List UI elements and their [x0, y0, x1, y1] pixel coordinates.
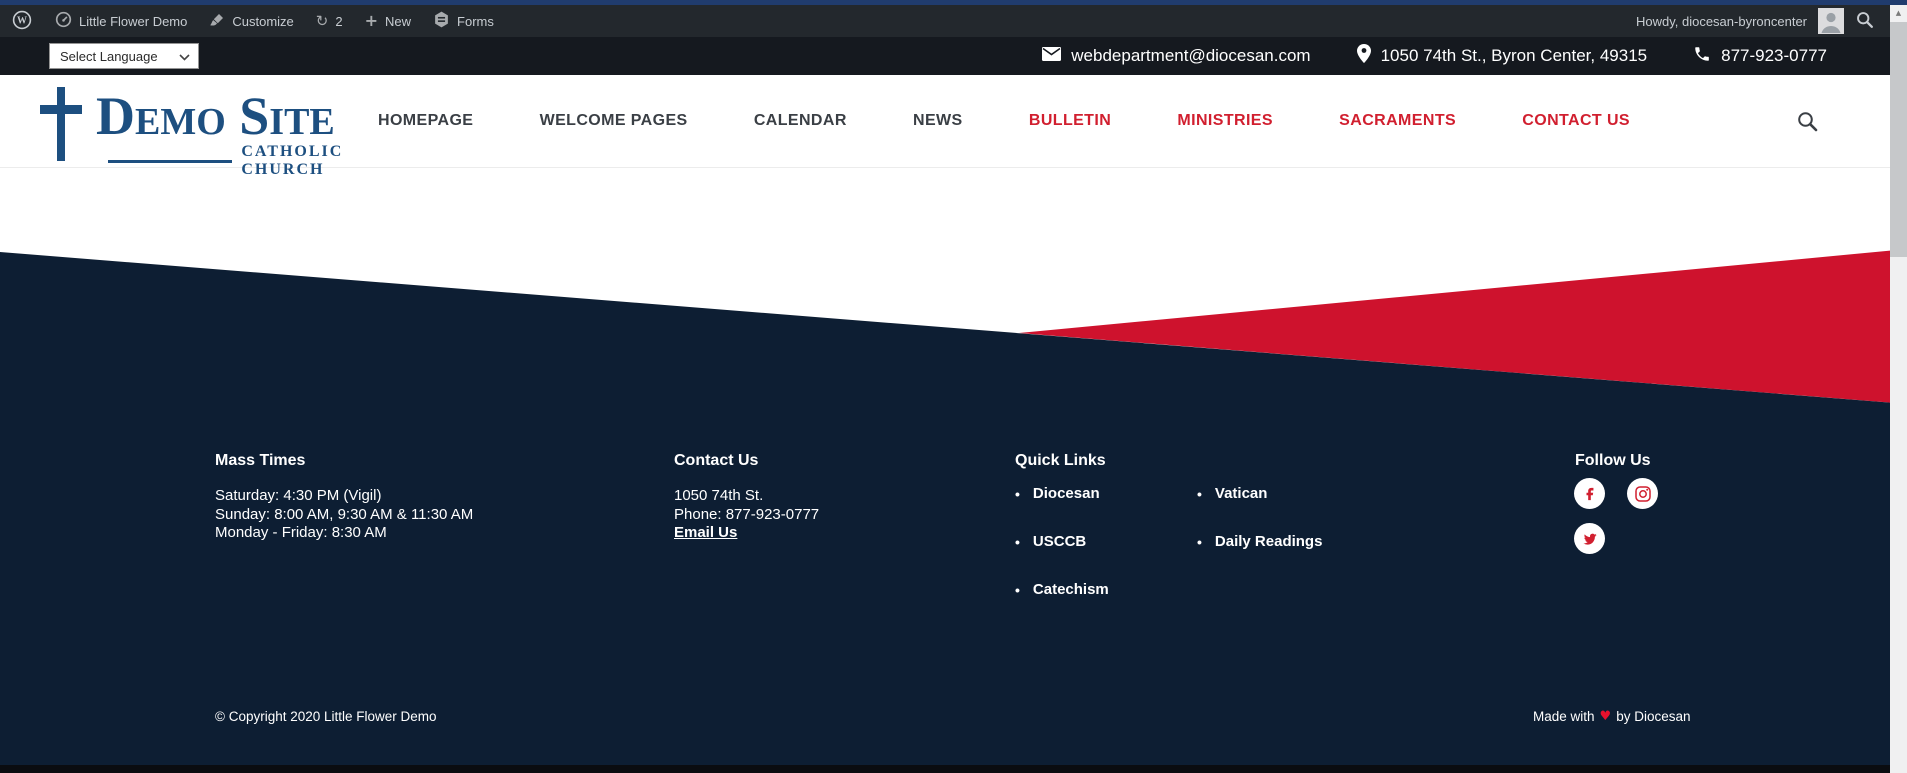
contact-address: 1050 74th St.: [674, 487, 819, 506]
browser-scrollbar[interactable]: ▲: [1890, 5, 1907, 773]
page: W Little Flower Demo Customize ↻ 2 +: [0, 0, 1907, 773]
quick-link-usccb[interactable]: USCCB: [1015, 533, 1109, 550]
phone-link[interactable]: 877-923-0777: [1693, 45, 1827, 68]
chevron-down-icon: [179, 49, 190, 64]
wordpress-logo-icon: W: [12, 10, 32, 33]
customize-menu[interactable]: Customize: [198, 5, 304, 37]
nav-item-ministries[interactable]: MINISTRIES: [1177, 112, 1273, 130]
new-content-menu[interactable]: + New: [354, 5, 422, 37]
nav-item-sacraments[interactable]: SACRAMENTS: [1339, 112, 1456, 130]
wp-admin-bar-right: Howdy, diocesan-byroncenter: [1636, 8, 1890, 34]
email-text: webdepartment@diocesan.com: [1071, 46, 1310, 66]
cross-icon: [57, 87, 65, 161]
instagram-icon[interactable]: [1627, 478, 1658, 509]
nav-item-homepage[interactable]: HOMEPAGE: [378, 112, 473, 130]
site-header: Demo Site Catholic Church HOMEPAGE WELCO…: [0, 75, 1890, 168]
user-avatar[interactable]: [1818, 8, 1844, 34]
customize-label: Customize: [232, 14, 293, 29]
made-with-link[interactable]: by Diocesan: [1616, 709, 1690, 724]
follow-us-heading: Follow Us: [1575, 452, 1651, 470]
forms-menu[interactable]: Forms: [422, 5, 505, 37]
phone-text: 877-923-0777: [1721, 46, 1827, 66]
made-with-pre: Made with: [1533, 709, 1595, 724]
forms-icon: [433, 11, 450, 31]
nav-item-calendar[interactable]: CALENDAR: [754, 112, 847, 130]
updates-menu[interactable]: ↻ 2: [305, 5, 354, 37]
copyright-text: © Copyright 2020 Little Flower Demo: [215, 709, 437, 724]
scrollbar-thumb[interactable]: [1890, 22, 1907, 257]
mass-times-line: Monday - Friday: 8:30 AM: [215, 524, 473, 543]
address-link[interactable]: 1050 74th St., Byron Center, 49315: [1357, 44, 1648, 68]
cross-icon-bar: [40, 105, 82, 114]
language-select-value: Select Language: [60, 49, 158, 64]
quick-links-column-2: Vatican Daily Readings: [1197, 485, 1322, 581]
quick-links-column-1: Diocesan USCCB Catechism: [1015, 485, 1109, 629]
nav-item-bulletin[interactable]: BULLETIN: [1029, 112, 1111, 130]
quick-links-heading: Quick Links: [1015, 452, 1106, 470]
howdy-label[interactable]: Howdy, diocesan-byroncenter: [1636, 14, 1807, 29]
header-search-icon[interactable]: [1796, 110, 1818, 137]
bottom-black-strip: [0, 765, 1890, 773]
nav-item-news[interactable]: NEWS: [913, 112, 963, 130]
main-nav: HOMEPAGE WELCOME PAGES CALENDAR NEWS BUL…: [378, 75, 1630, 167]
map-pin-icon: [1357, 44, 1371, 68]
quick-link-catechism[interactable]: Catechism: [1015, 581, 1109, 598]
dashboard-icon: [55, 11, 72, 31]
site-logo[interactable]: Demo Site Catholic Church: [40, 85, 420, 167]
logo-divider-line: [108, 160, 232, 163]
envelope-icon: [1042, 46, 1061, 66]
paintbrush-icon: [209, 12, 225, 31]
footer-contact-us: Contact Us 1050 74th St. Phone: 877-923-…: [674, 452, 819, 543]
plus-icon: +: [365, 13, 378, 29]
info-bar-contacts: webdepartment@diocesan.com 1050 74th St.…: [1042, 44, 1827, 68]
quick-link-vatican[interactable]: Vatican: [1197, 485, 1322, 502]
scrollbar-up-arrow[interactable]: ▲: [1890, 5, 1907, 21]
email-us-link[interactable]: Email Us: [674, 524, 819, 543]
footer-mass-times: Mass Times Saturday: 4:30 PM (Vigil) Sun…: [215, 452, 473, 543]
update-icon: ↻: [316, 14, 329, 29]
nav-item-welcome-pages[interactable]: WELCOME PAGES: [540, 112, 688, 130]
twitter-icon[interactable]: [1574, 523, 1605, 554]
wp-admin-bar-left: W Little Flower Demo Customize ↻ 2 +: [0, 5, 505, 37]
email-link[interactable]: webdepartment@diocesan.com: [1042, 46, 1310, 66]
contact-us-heading: Contact Us: [674, 452, 819, 470]
phone-icon: [1693, 45, 1711, 68]
mass-times-heading: Mass Times: [215, 452, 473, 470]
quick-link-daily-readings[interactable]: Daily Readings: [1197, 533, 1322, 550]
wp-logo-menu[interactable]: W: [0, 5, 44, 37]
forms-label: Forms: [457, 14, 494, 29]
mass-times-line: Saturday: 4:30 PM (Vigil): [215, 487, 473, 506]
mass-times-line: Sunday: 8:00 AM, 9:30 AM & 11:30 AM: [215, 506, 473, 525]
updates-count: 2: [335, 14, 342, 29]
logo-title: Demo Site: [96, 89, 335, 143]
language-select[interactable]: Select Language: [49, 43, 199, 69]
wp-admin-bar: W Little Flower Demo Customize ↻ 2 +: [0, 5, 1890, 37]
quick-link-diocesan[interactable]: Diocesan: [1015, 485, 1109, 502]
svg-text:W: W: [17, 15, 27, 26]
facebook-icon[interactable]: [1574, 478, 1605, 509]
footer-quick-links: Quick Links Diocesan USCCB Catechism Vat…: [1015, 452, 1106, 470]
heart-icon: ♥: [1600, 709, 1612, 724]
new-label: New: [385, 14, 411, 29]
address-text: 1050 74th St., Byron Center, 49315: [1381, 46, 1648, 66]
site-name-menu[interactable]: Little Flower Demo: [44, 5, 198, 37]
site-name-label: Little Flower Demo: [79, 14, 187, 29]
contact-phone: Phone: 877-923-0777: [674, 506, 819, 525]
footer-follow-us: Follow Us: [1575, 452, 1651, 470]
admin-search-icon[interactable]: [1855, 10, 1874, 32]
top-info-bar: Select Language webdepartment@diocesan.c…: [0, 37, 1890, 75]
nav-item-contact-us[interactable]: CONTACT US: [1522, 112, 1630, 130]
made-with-line: Made with ♥ by Diocesan: [1533, 709, 1690, 724]
